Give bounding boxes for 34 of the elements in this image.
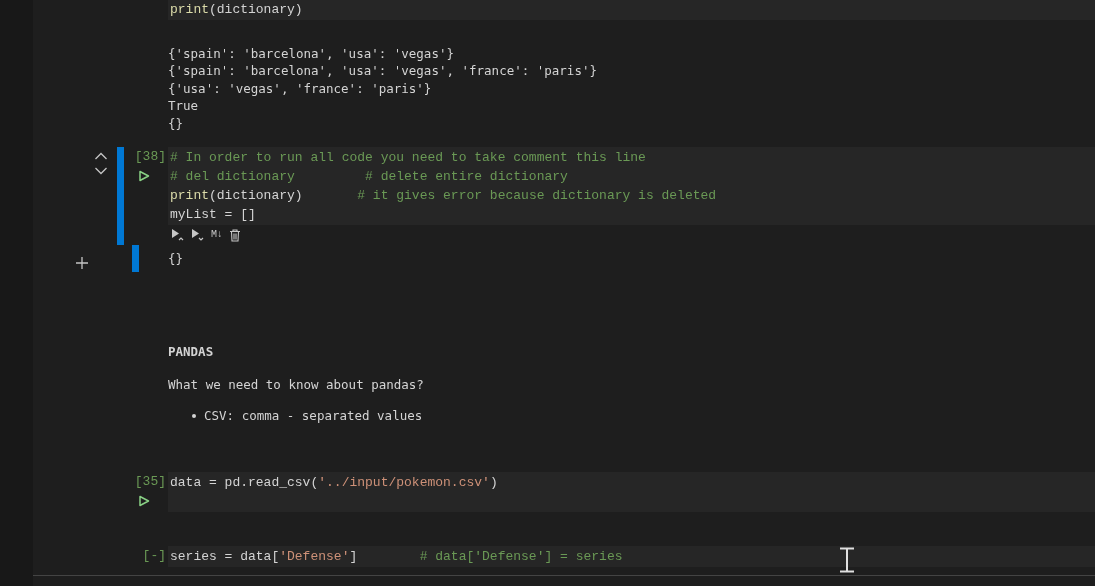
output-line: {'spain': 'barcelona', 'usa': 'vegas', 'france': 'paris'} <box>168 62 597 80</box>
output-line: {'spain': 'barcelona', 'usa': 'vegas'} <box>168 45 454 63</box>
run-above-icon[interactable] <box>171 228 185 243</box>
markdown-paragraph: What we need to know about pandas? <box>168 376 424 395</box>
run-icon[interactable] <box>138 169 150 182</box>
markdown-heading: PANDAS <box>168 343 214 362</box>
execution-count: [38] <box>134 148 166 167</box>
code-editor[interactable]: series = data['Defense'] # data['Defense'] = series <box>168 546 1095 568</box>
execution-count: [-] <box>142 547 166 566</box>
bullet-icon <box>192 413 196 418</box>
text-cursor-icon <box>839 547 855 573</box>
run-icon[interactable] <box>138 494 150 507</box>
code-line: print(dictionary) <box>170 1 303 19</box>
code-line: series = data['Defense'] # data['Defense'] = series <box>170 548 623 567</box>
add-cell-icon[interactable] <box>75 255 89 270</box>
output-line: {} <box>168 250 184 268</box>
code-editor[interactable]: data = pd.read_csv('../input/pokemon.csv') <box>168 472 1095 513</box>
markdown-button[interactable]: M↓ <box>211 230 223 241</box>
run-below-icon[interactable] <box>191 228 205 243</box>
move-up-icon[interactable] <box>93 151 108 162</box>
code-line: data = pd.read_csv('../input/pokemon.csv') <box>170 474 498 493</box>
output-line: True <box>168 97 199 115</box>
code-editor[interactable]: print(dictionary) <box>168 0 1095 20</box>
list-item: CSV: comma - separated values <box>204 407 423 426</box>
code-editor[interactable]: # In order to run all code you need to take comment this line # del dictionary # delete entire dictionary print(dictionary) # it gives error because dictionary is deleted myList = [] <box>168 147 1095 226</box>
code-line: # del dictionary # delete entire dictionary <box>170 168 568 187</box>
output-line: {} <box>168 114 184 133</box>
code-line: print(dictionary) # it gives error because dictionary is deleted <box>170 187 717 206</box>
output-line: {'usa': 'vegas', 'france': 'paris'} <box>168 79 432 98</box>
move-down-icon[interactable] <box>93 166 108 177</box>
trash-icon[interactable] <box>229 228 241 242</box>
code-line: # In order to run all code you need to take comment this line <box>170 149 646 168</box>
execution-count: [35] <box>134 473 166 492</box>
code-line: myList = [] <box>170 206 256 225</box>
